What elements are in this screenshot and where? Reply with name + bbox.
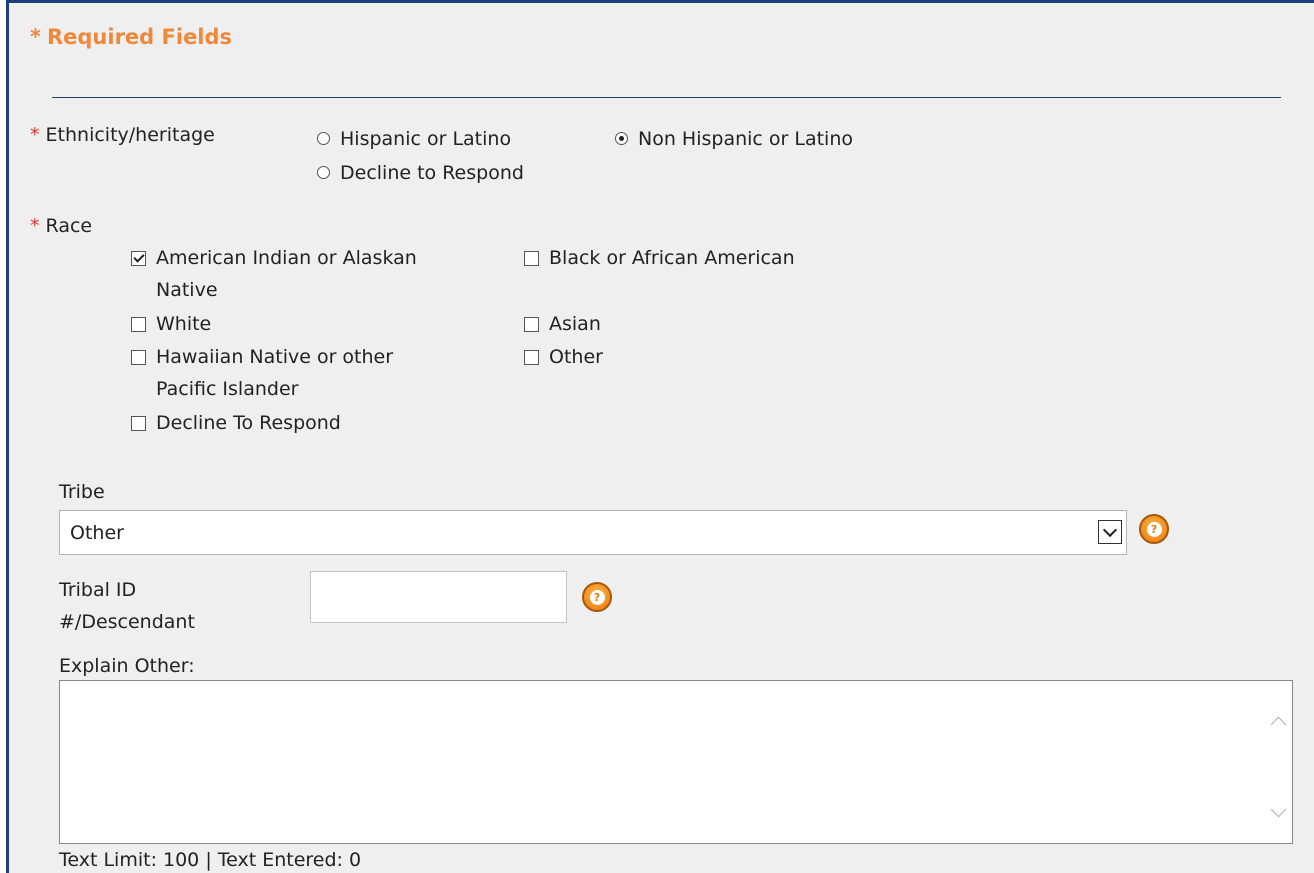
checkbox-white-box[interactable] bbox=[131, 317, 146, 332]
radio-button-decline[interactable] bbox=[317, 166, 330, 179]
checkbox-hawaiian[interactable]: Hawaiian Native or other Pacific Islande… bbox=[131, 341, 393, 405]
checkbox-other-box[interactable] bbox=[524, 350, 539, 365]
radio-decline[interactable]: Decline to Respond bbox=[317, 157, 524, 189]
radio-button-non-hispanic[interactable] bbox=[615, 132, 628, 145]
tribe-label: Tribe bbox=[59, 481, 105, 503]
form-panel: * Required Fields * Ethnicity/heritage Hi… bbox=[6, 0, 1314, 873]
tribal-id-label: Tribal ID #/Descendant bbox=[59, 574, 195, 638]
checkbox-black-box[interactable] bbox=[524, 251, 539, 266]
explain-other-textarea[interactable] bbox=[59, 680, 1293, 844]
checkbox-black-label: Black or African American bbox=[549, 247, 795, 269]
tribe-select[interactable]: Other bbox=[59, 510, 1127, 555]
checkbox-american-indian-label-line2: Native bbox=[156, 279, 218, 301]
checkbox-decline-box[interactable] bbox=[131, 416, 146, 431]
tribal-id-label-line2: #/Descendant bbox=[59, 611, 195, 633]
required-fields-label: Required Fields bbox=[46, 25, 233, 49]
checkbox-white[interactable]: White bbox=[131, 308, 211, 340]
required-star: * bbox=[30, 25, 41, 49]
checkbox-asian-label: Asian bbox=[549, 313, 601, 335]
explain-other-label: Explain Other: bbox=[59, 655, 195, 677]
question-mark-icon: ? bbox=[1146, 521, 1162, 537]
chevron-down-icon[interactable] bbox=[1098, 520, 1122, 544]
help-icon-tribal-id[interactable]: ? bbox=[582, 582, 612, 612]
checkbox-hawaiian-label: Hawaiian Native or other Pacific Islande… bbox=[156, 341, 393, 405]
checkbox-american-indian-label-line1: American Indian or Alaskan bbox=[156, 247, 417, 269]
section-divider bbox=[52, 97, 1281, 98]
checkbox-asian[interactable]: Asian bbox=[524, 308, 601, 340]
checkbox-hawaiian-label-line2: Pacific Islander bbox=[156, 378, 299, 400]
radio-hispanic[interactable]: Hispanic or Latino bbox=[317, 123, 511, 155]
ethnicity-required-star: * bbox=[30, 124, 40, 146]
checkbox-black[interactable]: Black or African American bbox=[524, 242, 795, 274]
checkbox-decline-label: Decline To Respond bbox=[156, 412, 341, 434]
checkbox-other[interactable]: Other bbox=[524, 341, 603, 373]
ethnicity-label-group: * Ethnicity/heritage bbox=[30, 124, 215, 146]
race-label: Race bbox=[45, 215, 93, 237]
checkbox-asian-box[interactable] bbox=[524, 317, 539, 332]
question-mark-icon: ? bbox=[589, 589, 605, 605]
required-fields-heading: * Required Fields bbox=[30, 25, 232, 49]
tribal-id-input[interactable] bbox=[310, 571, 567, 623]
ethnicity-label: Ethnicity/heritage bbox=[45, 124, 215, 146]
radio-label-decline: Decline to Respond bbox=[340, 162, 524, 184]
checkbox-other-label: Other bbox=[549, 346, 603, 368]
checkbox-hawaiian-box[interactable] bbox=[131, 350, 146, 365]
checkbox-decline[interactable]: Decline To Respond bbox=[131, 407, 341, 439]
radio-button-hispanic[interactable] bbox=[317, 132, 330, 145]
checkbox-american-indian-label: American Indian or Alaskan Native bbox=[156, 242, 417, 306]
radio-label-non-hispanic: Non Hispanic or Latino bbox=[638, 128, 853, 150]
checkbox-hawaiian-label-line1: Hawaiian Native or other bbox=[156, 346, 394, 368]
radio-non-hispanic[interactable]: Non Hispanic or Latino bbox=[615, 123, 853, 155]
text-limit-counter: Text Limit: 100 | Text Entered: 0 bbox=[59, 849, 362, 871]
checkbox-american-indian-box[interactable] bbox=[131, 251, 146, 266]
radio-label-hispanic: Hispanic or Latino bbox=[340, 128, 512, 150]
scroll-up-icon[interactable] bbox=[1270, 716, 1287, 733]
help-icon-tribe[interactable]: ? bbox=[1139, 514, 1169, 544]
tribe-select-value: Other bbox=[70, 522, 124, 544]
race-label-group: * Race bbox=[30, 215, 92, 237]
checkbox-white-label: White bbox=[156, 313, 212, 335]
scroll-down-icon[interactable] bbox=[1270, 801, 1287, 818]
tribal-id-label-line1: Tribal ID bbox=[59, 579, 137, 601]
checkbox-american-indian[interactable]: American Indian or Alaskan Native bbox=[131, 242, 417, 306]
race-required-star: * bbox=[30, 215, 40, 237]
